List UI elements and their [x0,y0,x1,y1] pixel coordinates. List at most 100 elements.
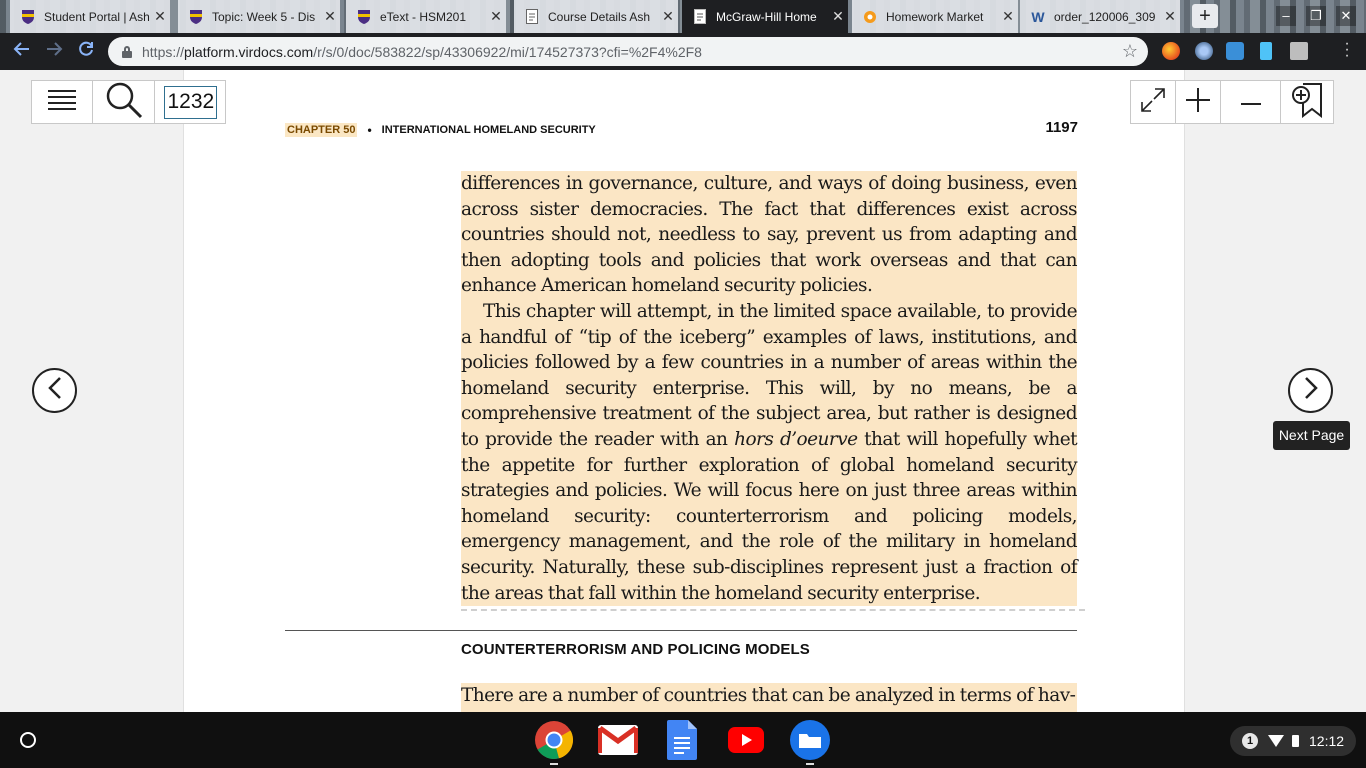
address-bar[interactable]: https://platform.virdocs.com/r/s/0/doc/5… [108,37,1148,66]
shield-icon [20,9,36,25]
notification-count: 1 [1242,733,1258,749]
page-jump [155,81,225,123]
browser-menu-icon[interactable]: · · · [1342,36,1352,64]
globe-extension-icon[interactable] [1195,42,1213,60]
back-arrow-icon[interactable] [10,40,34,64]
close-tab-icon[interactable]: ✕ [150,8,170,25]
zoom-in-button[interactable] [1176,81,1221,123]
next-page-tooltip: Next Page [1273,421,1350,450]
bookmark-star-icon[interactable]: ☆ [1122,41,1138,62]
section-heading: COUNTERTERRORISM AND POLICING MODELS [461,641,810,658]
body-text: differences in governance, culture, and … [461,171,1078,607]
paragraph-highlighted: This chapter will attempt, in the limite… [461,298,1078,607]
cup-extension-icon[interactable] [1260,42,1272,60]
shield-icon [356,9,372,25]
battery-icon [1292,735,1299,747]
tab-title: Course Details Ash [548,9,651,24]
orange-circle-icon [862,9,878,25]
browser-tab[interactable]: W order_120006_309 ✕ [1020,0,1180,33]
docs-icon[interactable] [662,720,702,760]
tab-title: Topic: Week 5 - Dis [212,9,316,24]
close-tab-icon[interactable]: ✕ [320,8,340,25]
running-indicator [550,763,558,765]
hamburger-icon [47,89,77,116]
fullscreen-button[interactable] [1131,81,1176,123]
paragraph-text: This chapter will attempt, in the limite… [461,300,1078,450]
browser-tab[interactable]: Student Portal | Ash ✕ [10,0,170,33]
wifi-icon [1268,735,1284,747]
clock: 12:12 [1309,733,1345,749]
search-icon [105,81,143,124]
os-shelf: 1 12:12 [0,712,1366,768]
browser-tab[interactable]: Topic: Week 5 - Dis ✕ [178,0,340,33]
paragraph-highlighted: There are a number of countries that can… [461,683,1077,712]
browser-tab[interactable]: eText - HSM201 ✕ [346,0,506,33]
add-bookmark-button[interactable] [1281,81,1333,123]
firefox-extension-icon[interactable] [1162,42,1180,60]
chevron-right-icon [1304,377,1318,404]
running-header: CHAPTER 50 • INTERNATIONAL HOMELAND SECU… [285,122,596,138]
dashed-divider [461,609,1085,611]
shield-icon [188,9,204,25]
youtube-icon[interactable] [726,720,766,760]
url-text: https://platform.virdocs.com/r/s/0/doc/5… [142,44,702,60]
url-prefix: https:// [142,43,185,60]
gmail-icon[interactable] [598,720,638,760]
chapter-label: CHAPTER 50 [285,123,358,137]
files-icon[interactable] [790,720,830,760]
reader-viewport: CHAPTER 50 • INTERNATIONAL HOMELAND SECU… [0,70,1366,712]
reload-icon[interactable] [74,40,98,64]
italic-term: hors d’oeurve [734,428,858,450]
page-number: 1197 [1045,119,1078,136]
tab-strip: Student Portal | Ash ✕ Topic: Week 5 - D… [0,0,1366,33]
tab-title: Homework Market [886,9,984,24]
paragraph-text: that will hopefully whet the appetite fo… [461,428,1078,604]
word-icon: W [1031,8,1045,25]
search-button[interactable] [93,81,155,123]
browser-tab-active[interactable]: McGraw-Hill Home ✕ [682,0,848,33]
reader-toolbar-right [1130,80,1334,124]
section-divider [285,630,1077,631]
page-number-input[interactable] [163,85,217,119]
new-tab-button[interactable]: + [1192,4,1218,28]
browser-toolbar: https://platform.virdocs.com/r/s/0/doc/5… [0,33,1366,70]
tab-title: Student Portal | Ash [44,9,150,24]
lock-icon [122,45,132,58]
tab-title: order_120006_309 [1054,9,1156,24]
menu-button[interactable] [32,81,93,123]
launcher-icon[interactable] [20,732,36,748]
next-page-button[interactable] [1288,368,1333,413]
browser-tab[interactable]: Course Details Ash ✕ [514,0,678,33]
header-bullet: • [367,123,372,137]
forward-arrow-icon[interactable] [42,40,66,64]
browser-tab[interactable]: Homework Market ✕ [852,0,1018,33]
minus-icon [1240,93,1261,111]
url-path: /r/s/0/doc/583822/sp/43306922/mi/1745273… [313,43,702,60]
close-tab-icon[interactable]: ✕ [658,8,678,25]
restore-icon[interactable]: ❐ [1306,6,1326,26]
plus-icon [1185,87,1211,118]
url-host: platform.virdocs.com [184,43,314,60]
system-tray[interactable]: 1 12:12 [1230,726,1356,756]
document-icon [524,9,540,25]
running-title: INTERNATIONAL HOMELAND SECURITY [381,124,596,136]
close-tab-icon[interactable]: ✕ [1160,8,1180,25]
zoom-out-button[interactable] [1221,81,1281,123]
blue-extension-icon[interactable] [1226,42,1244,60]
close-tab-icon[interactable]: ✕ [828,8,848,25]
close-window-icon[interactable]: ✕ [1336,6,1356,26]
shield-extension-icon[interactable] [1290,42,1308,60]
close-tab-icon[interactable]: ✕ [486,8,506,25]
running-indicator [806,763,814,765]
expand-icon [1140,87,1166,118]
close-tab-icon[interactable]: ✕ [998,8,1018,25]
document-icon [692,9,708,25]
reader-toolbar-left [31,80,226,124]
minimize-icon[interactable]: – [1276,6,1296,26]
tab-title: eText - HSM201 [380,9,467,24]
previous-page-button[interactable] [32,368,77,413]
chevron-left-icon [47,377,62,404]
chrome-icon[interactable] [534,720,574,760]
tab-title: McGraw-Hill Home [716,9,817,24]
paragraph-highlighted: differences in governance, culture, and … [461,171,1078,299]
